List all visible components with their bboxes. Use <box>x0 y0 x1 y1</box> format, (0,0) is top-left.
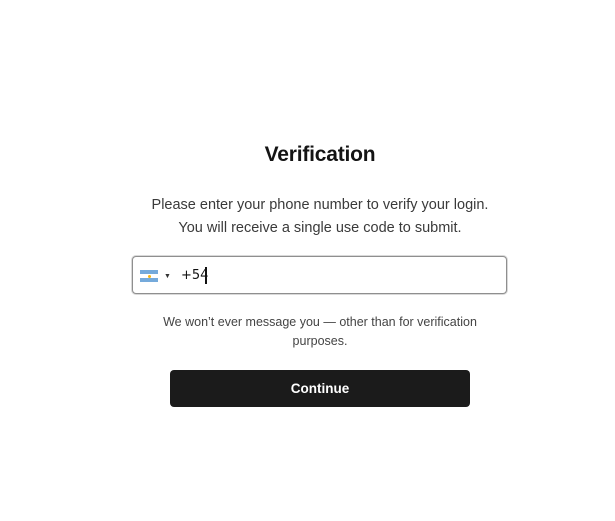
page-title: Verification <box>264 143 376 166</box>
continue-button[interactable]: Continue <box>170 370 470 407</box>
text-cursor <box>205 267 207 284</box>
privacy-note: We won’t ever message you — other than f… <box>0 313 615 351</box>
country-code-dropdown[interactable]: ▼ <box>140 268 171 284</box>
page-subtitle: Please enter your phone number to verify… <box>0 194 615 240</box>
verification-page: Verification Please enter your phone num… <box>0 0 615 521</box>
phone-number-input[interactable] <box>181 266 481 284</box>
subtitle-line-2: You will receive a single use code to su… <box>178 220 462 236</box>
privacy-note-line-1: We won’t ever message you — other than f… <box>163 315 477 329</box>
argentina-flag-icon <box>140 270 158 282</box>
privacy-note-line-2: purposes. <box>292 334 348 348</box>
phone-number-field[interactable]: ▼ <box>132 256 507 294</box>
chevron-down-icon: ▼ <box>164 272 171 280</box>
subtitle-line-1: Please enter your phone number to verify… <box>151 197 489 213</box>
